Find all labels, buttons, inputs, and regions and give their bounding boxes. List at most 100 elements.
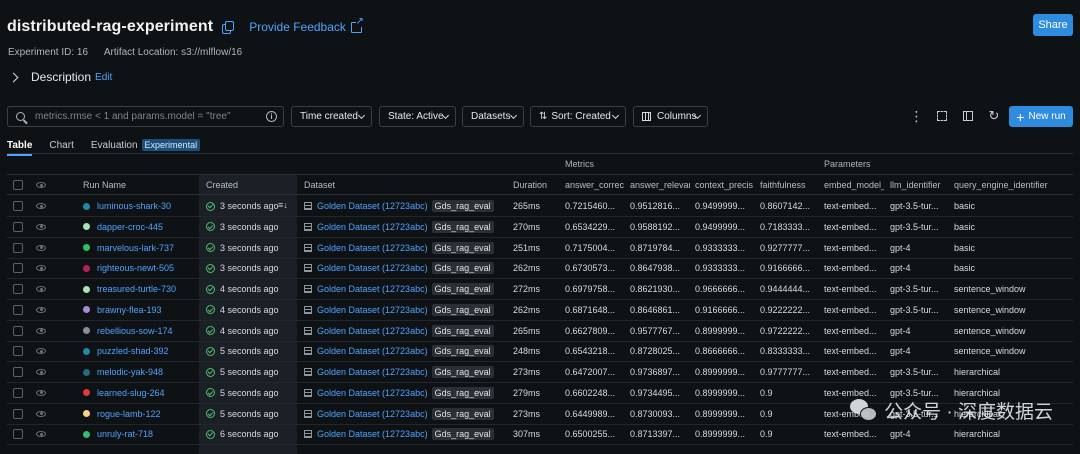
col-answer-correctness[interactable]: answer_correc xyxy=(565,175,625,195)
info-icon[interactable]: i xyxy=(266,111,277,122)
col-faithfulness[interactable]: faithfulness xyxy=(760,175,820,195)
run-name-link[interactable]: righteous-newt-505 xyxy=(97,263,174,273)
share-button[interactable]: Share xyxy=(1033,14,1073,36)
table-row[interactable]: rogue-lamb-122 5 seconds ago Golden Datase… xyxy=(7,404,1073,425)
dataset-link[interactable]: Golden Dataset (12723abc) xyxy=(317,346,428,356)
dataset-cell[interactable]: Golden Dataset (12723abc) Gds_rag_eval xyxy=(304,238,509,258)
panel-button[interactable] xyxy=(960,108,976,124)
new-run-button[interactable]: + New run xyxy=(1009,106,1073,127)
copy-icon[interactable] xyxy=(222,21,235,34)
sort-dropdown[interactable]: ⇅ Sort: Created xyxy=(530,106,626,127)
eye-icon[interactable] xyxy=(36,404,46,424)
eye-icon[interactable] xyxy=(36,383,46,403)
table-row[interactable]: unruly-rat-718 6 seconds ago Golden Datase… xyxy=(7,424,1073,446)
run-name-link[interactable]: marvelous-lark-737 xyxy=(97,243,174,253)
refresh-icon[interactable]: ↻ xyxy=(986,108,1002,124)
table-row[interactable]: brawny-flea-193 4 seconds ago Golden Datas… xyxy=(7,300,1073,321)
tab-evaluation[interactable]: Evaluation xyxy=(91,140,138,151)
run-name-link[interactable]: melodic-yak-948 xyxy=(97,367,163,377)
dataset-cell[interactable]: Golden Dataset (12723abc) Gds_rag_eval xyxy=(304,383,509,403)
col-llm-identifier[interactable]: llm_identifier xyxy=(890,175,950,195)
col-duration[interactable]: Duration xyxy=(513,175,561,195)
columns-dropdown[interactable]: Columns xyxy=(633,106,708,127)
chevron-right-icon[interactable] xyxy=(8,72,19,82)
row-checkbox[interactable] xyxy=(13,196,23,216)
run-name-link[interactable]: rogue-lamb-122 xyxy=(97,409,161,419)
description-row[interactable]: Description Edit xyxy=(8,70,112,84)
provide-feedback-link[interactable]: Provide Feedback xyxy=(249,16,364,34)
dataset-cell[interactable]: Golden Dataset (12723abc) Gds_rag_eval xyxy=(304,341,509,361)
dataset-cell[interactable]: Golden Dataset (12723abc) Gds_rag_eval xyxy=(304,404,509,424)
dataset-link[interactable]: Golden Dataset (12723abc) xyxy=(317,201,428,211)
run-name-cell[interactable]: treasured-turtle-730 xyxy=(83,279,198,299)
eye-icon[interactable] xyxy=(36,341,46,361)
description-edit-link[interactable]: Edit xyxy=(95,72,112,83)
search-box[interactable]: i xyxy=(7,106,284,127)
row-checkbox[interactable] xyxy=(13,238,23,258)
dataset-link[interactable]: Golden Dataset (12723abc) xyxy=(317,263,428,273)
run-name-link[interactable]: brawny-flea-193 xyxy=(97,305,162,315)
eye-icon[interactable] xyxy=(36,424,46,444)
row-checkbox[interactable] xyxy=(13,217,23,237)
search-input[interactable] xyxy=(33,110,258,123)
dataset-link[interactable]: Golden Dataset (12723abc) xyxy=(317,367,428,377)
row-checkbox[interactable] xyxy=(13,383,23,403)
row-checkbox[interactable] xyxy=(13,321,23,341)
eye-icon[interactable] xyxy=(36,175,46,195)
dataset-link[interactable]: Golden Dataset (12723abc) xyxy=(317,429,428,439)
run-name-cell[interactable]: brawny-flea-193 xyxy=(83,300,198,320)
run-name-cell[interactable]: dapper-croc-445 xyxy=(83,217,198,237)
eye-icon[interactable] xyxy=(36,217,46,237)
col-created[interactable]: Created xyxy=(206,175,296,195)
eye-icon[interactable] xyxy=(36,362,46,382)
row-checkbox[interactable] xyxy=(13,258,23,278)
row-checkbox[interactable] xyxy=(13,300,23,320)
state-dropdown[interactable]: State: Active xyxy=(379,106,456,127)
dataset-link[interactable]: Golden Dataset (12723abc) xyxy=(317,409,428,419)
row-checkbox[interactable] xyxy=(13,279,23,299)
kebab-icon[interactable]: ⋮ xyxy=(908,108,924,124)
select-all-checkbox[interactable] xyxy=(13,175,23,195)
run-name-cell[interactable]: rogue-lamb-122 xyxy=(83,404,198,424)
dataset-link[interactable]: Golden Dataset (12723abc) xyxy=(317,388,428,398)
run-name-cell[interactable]: melodic-yak-948 xyxy=(83,362,198,382)
col-embed-model[interactable]: embed_model_ xyxy=(824,175,884,195)
table-row[interactable]: melodic-yak-948 5 seconds ago Golden Datas… xyxy=(7,362,1073,383)
dataset-link[interactable]: Golden Dataset (12723abc) xyxy=(317,326,428,336)
eye-icon[interactable] xyxy=(36,321,46,341)
dataset-cell[interactable]: Golden Dataset (12723abc) Gds_rag_eval xyxy=(304,424,509,444)
table-row[interactable]: marvelous-lark-737 3 seconds ago Golden Da… xyxy=(7,238,1073,259)
dataset-cell[interactable]: Golden Dataset (12723abc) Gds_rag_eval xyxy=(304,321,509,341)
dataset-link[interactable]: Golden Dataset (12723abc) xyxy=(317,305,428,315)
col-run-name[interactable]: Run Name xyxy=(83,175,193,195)
eye-icon[interactable] xyxy=(36,258,46,278)
dataset-link[interactable]: Golden Dataset (12723abc) xyxy=(317,284,428,294)
tab-chart[interactable]: Chart xyxy=(49,140,73,151)
run-name-link[interactable]: treasured-turtle-730 xyxy=(97,284,176,294)
table-row[interactable]: treasured-turtle-730 4 seconds ago Golden … xyxy=(7,279,1073,300)
run-name-cell[interactable]: unruly-rat-718 xyxy=(83,424,198,444)
table-row[interactable]: righteous-newt-505 3 seconds ago Golden Da… xyxy=(7,258,1073,280)
table-row[interactable]: learned-slug-264 5 seconds ago Golden Data… xyxy=(7,383,1073,404)
col-context-precision[interactable]: context_precis xyxy=(695,175,755,195)
row-checkbox[interactable] xyxy=(13,362,23,382)
dataset-cell[interactable]: Golden Dataset (12723abc) Gds_rag_eval xyxy=(304,217,509,237)
run-name-link[interactable]: rebellious-sow-174 xyxy=(97,326,173,336)
dataset-cell[interactable]: Golden Dataset (12723abc) Gds_rag_eval xyxy=(304,300,509,320)
run-name-link[interactable]: unruly-rat-718 xyxy=(97,429,153,439)
eye-icon[interactable] xyxy=(36,196,46,216)
datasets-dropdown[interactable]: Datasets xyxy=(462,106,524,127)
col-dataset[interactable]: Dataset xyxy=(304,175,504,195)
eye-icon[interactable] xyxy=(36,279,46,299)
expand-button[interactable] xyxy=(934,108,950,124)
run-name-cell[interactable]: marvelous-lark-737 xyxy=(83,238,198,258)
col-query-engine[interactable]: query_engine_identifier xyxy=(954,175,1069,195)
dataset-link[interactable]: Golden Dataset (12723abc) xyxy=(317,222,428,232)
run-name-cell[interactable]: puzzled-shad-392 xyxy=(83,341,198,361)
eye-icon[interactable] xyxy=(36,238,46,258)
table-row[interactable]: puzzled-shad-392 5 seconds ago Golden Data… xyxy=(7,341,1073,363)
table-row[interactable]: rebellious-sow-174 4 seconds ago Golden Da… xyxy=(7,321,1073,342)
run-name-link[interactable]: learned-slug-264 xyxy=(97,388,165,398)
dataset-link[interactable]: Golden Dataset (12723abc) xyxy=(317,243,428,253)
col-answer-relevance[interactable]: answer_relevar xyxy=(630,175,690,195)
